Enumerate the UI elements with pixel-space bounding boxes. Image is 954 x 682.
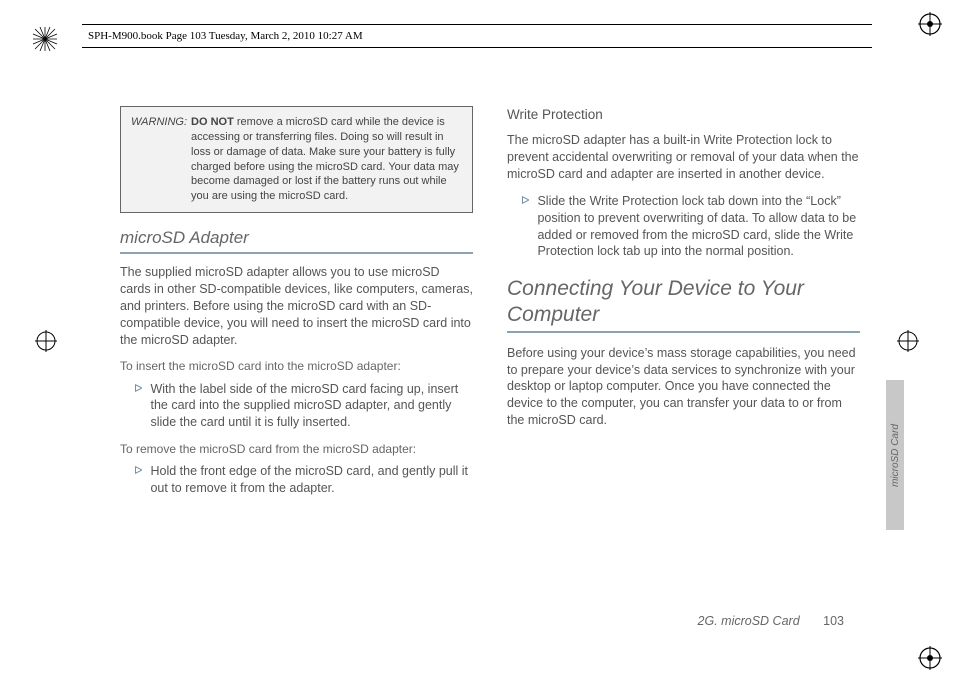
running-header-text: SPH-M900.book Page 103 Tuesday, March 2,…	[88, 30, 363, 42]
warning-text: DO NOT remove a microSD card while the d…	[191, 115, 462, 204]
column-left: WARNING: DO NOT remove a microSD card wh…	[120, 106, 473, 606]
bullet-text: Hold the front edge of the microSD card,…	[150, 463, 473, 497]
warning-label: WARNING:	[131, 115, 187, 204]
bullet-arrow-icon: ᐅ	[134, 463, 142, 497]
footer-page-number: 103	[823, 614, 844, 628]
side-tab: microSD Card	[886, 380, 904, 530]
paragraph: Before using your device’s mass storage …	[507, 345, 860, 429]
bullet-arrow-icon: ᐅ	[134, 381, 142, 432]
bullet-item: ᐅ Slide the Write Protection lock tab do…	[507, 193, 860, 261]
column-right: Write Protection The microSD adapter has…	[507, 106, 860, 606]
crop-mark-icon	[918, 646, 942, 670]
paragraph: The microSD adapter has a built-in Write…	[507, 132, 860, 183]
procedure-lead: To insert the microSD card into the micr…	[120, 358, 473, 374]
bullet-item: ᐅ With the label side of the microSD car…	[120, 381, 473, 432]
page-body: WARNING: DO NOT remove a microSD card wh…	[120, 106, 860, 606]
warning-box: WARNING: DO NOT remove a microSD card wh…	[120, 106, 473, 213]
starburst-icon	[32, 26, 58, 52]
bullet-arrow-icon: ᐅ	[521, 193, 529, 261]
bullet-text: With the label side of the microSD card …	[150, 381, 473, 432]
procedure-lead: To remove the microSD card from the micr…	[120, 441, 473, 457]
bullet-item: ᐅ Hold the front edge of the microSD car…	[120, 463, 473, 497]
paragraph: The supplied microSD adapter allows you …	[120, 264, 473, 348]
warning-bold: DO NOT	[191, 116, 234, 128]
crop-mark-icon	[918, 12, 942, 36]
registration-mark-icon	[897, 330, 919, 352]
heading-write-protection: Write Protection	[507, 106, 860, 124]
side-tab-label: microSD Card	[890, 424, 901, 487]
registration-mark-icon	[35, 330, 57, 352]
heading-connecting: Connecting Your Device to Your Computer	[507, 276, 860, 332]
page-footer: 2G. microSD Card 103	[698, 614, 844, 628]
footer-section: 2G. microSD Card	[698, 614, 800, 628]
running-header: SPH-M900.book Page 103 Tuesday, March 2,…	[82, 24, 872, 48]
warning-body: remove a microSD card while the device i…	[191, 116, 459, 202]
heading-microsd-adapter: microSD Adapter	[120, 227, 473, 254]
bullet-text: Slide the Write Protection lock tab down…	[537, 193, 860, 261]
